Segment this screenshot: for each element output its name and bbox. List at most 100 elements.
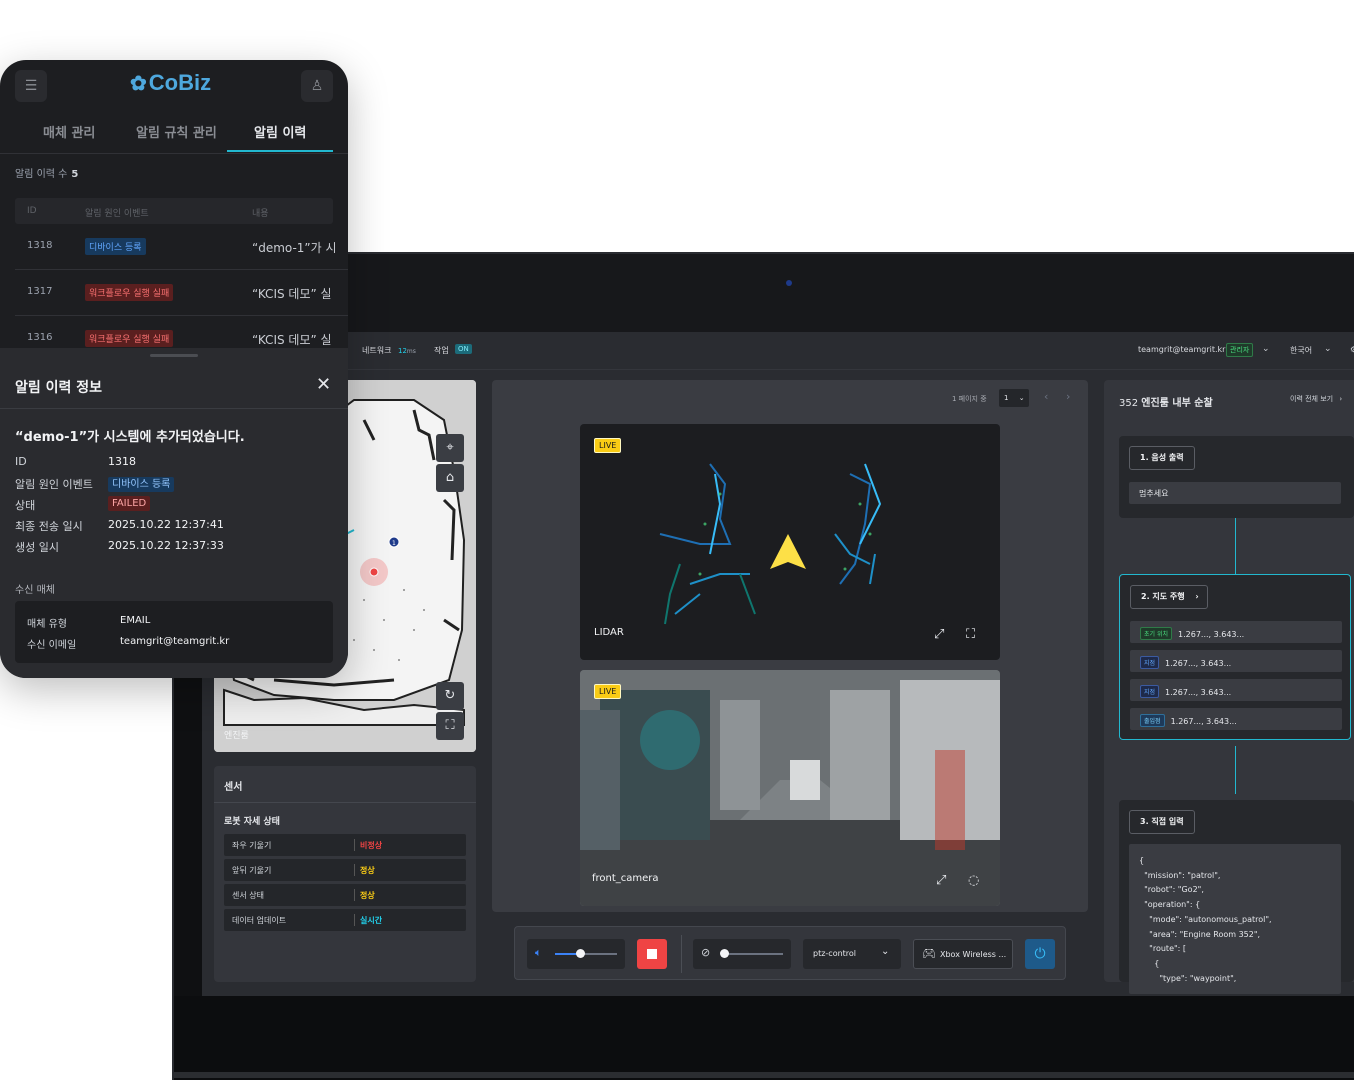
event-badge: 워크플로우 실행 실패 <box>85 284 174 301</box>
top-bar: 네트워크 12ms 작업 ON teamgrit@teamgrit.kr 관리자… <box>202 332 1354 370</box>
video-panel: 1 페이지 중 1 ⌄ ‹ › LIVE LIDAR ⤢ ⛶ LIVE fron… <box>492 380 1088 912</box>
step-label: 1. 음성 출력 <box>1129 446 1195 470</box>
laptop-frame: 네트워크 12ms 작업 ON teamgrit@teamgrit.kr 관리자… <box>172 252 1354 1080</box>
step-label: 3. 직접 입력 <box>1129 810 1195 834</box>
chevron-down-icon[interactable]: ⌄ <box>1262 344 1270 354</box>
history-count-value: 5 <box>71 169 79 180</box>
expand-icon[interactable]: ⤢ <box>934 627 944 642</box>
waypoint-row[interactable]: 출입점 1.267..., 3.643... <box>1130 708 1342 730</box>
divider <box>0 408 348 409</box>
mobile-app: ☰ ✿CoBiz ♙ 매체 관리 알림 규칙 관리 알림 이력 알림 이력 수5… <box>0 60 348 678</box>
mode-select[interactable]: ptz-control ⌄ <box>803 939 901 969</box>
power-icon[interactable]: ⏻ <box>1025 939 1055 969</box>
language-select[interactable]: 한국어 <box>1290 345 1312 356</box>
page-select[interactable]: 1 ⌄ <box>999 389 1029 407</box>
row-content: “KCIS 데모” 실 <box>252 333 332 347</box>
field-value: EMAIL <box>120 615 151 626</box>
hide-icon[interactable]: ◌ <box>968 873 979 888</box>
table-row[interactable]: 1317 워크플로우 실행 실패 “KCIS 데모” 실 <box>15 270 348 316</box>
map-label: 엔진룸 <box>224 731 249 741</box>
json-line: "area": "Engine Room 352", <box>1139 929 1261 939</box>
front-camera-stream[interactable]: LIVE front_camera ⤢ ◌ <box>580 670 1000 906</box>
step-connector <box>1235 518 1236 574</box>
route-tool-icon[interactable]: ⌖ <box>436 434 464 462</box>
mic-control[interactable]: ⊘ <box>693 939 791 969</box>
json-line: { <box>1139 958 1160 968</box>
sensor-row: 데이터 업데이트 실시간 <box>224 909 466 931</box>
fullscreen-icon[interactable]: ⛶ <box>436 712 464 740</box>
tab-alert-history[interactable]: 알림 이력 <box>254 122 306 141</box>
waypoint-row[interactable]: 초기 위치 1.267..., 3.643... <box>1130 621 1342 643</box>
mission-title: 352 엔진룸 내부 순찰 <box>1119 394 1213 409</box>
tab-alert-rules[interactable]: 알림 규칙 관리 <box>136 122 217 141</box>
detail-sheet: 알림 이력 정보 ✕ “demo-1”가 시스템에 추가되었습니다. ID 13… <box>0 348 348 678</box>
speaker-icon: 🔈︎ <box>535 946 542 959</box>
chevron-down-icon[interactable]: ⌄ <box>1324 344 1332 354</box>
waypoint-row[interactable]: 지점 1.267..., 3.643... <box>1130 650 1342 672</box>
refresh-icon[interactable]: ↻ <box>436 682 464 710</box>
receiver-box: 매체 유형 EMAIL 수신 이메일 teamgrit@teamgrit.kr <box>15 601 333 663</box>
column-header: 내용 <box>252 209 269 219</box>
field-value: 디바이스 등록 <box>108 475 175 492</box>
mic-track[interactable] <box>721 953 783 955</box>
stream-label: LIDAR <box>594 627 624 638</box>
sensor-key: 데이터 업데이트 <box>232 916 287 925</box>
volume-slider-knob[interactable] <box>575 949 585 958</box>
field-label: 생성 일시 <box>15 541 59 554</box>
mission-number: 352 <box>1119 398 1139 409</box>
user-email[interactable]: teamgrit@teamgrit.kr <box>1138 345 1225 354</box>
sensor-value: 실시간 <box>360 916 383 925</box>
mode-select-value: ptz-control <box>813 949 857 958</box>
row-content: “KCIS 데모” 실 <box>252 287 332 301</box>
json-line: "mode": "autonomous_patrol", <box>1139 914 1272 924</box>
mission-panel: 352 엔진룸 내부 순찰 이력 전체 보기 › 1. 음성 출력 멈추세요 2… <box>1104 380 1354 994</box>
mission-step[interactable]: 3. 직접 입력 { "mission": "patrol", "robot":… <box>1119 800 1354 994</box>
tab-media-management[interactable]: 매체 관리 <box>43 122 95 141</box>
stop-button[interactable] <box>637 939 667 969</box>
sensor-value: 비정상 <box>360 841 383 850</box>
mic-slider-knob[interactable] <box>720 949 730 958</box>
table-row[interactable]: 1318 디바이스 등록 “demo-1”가 시 <box>15 224 348 270</box>
column-header: ID <box>27 206 37 216</box>
active-tab-indicator <box>227 150 333 152</box>
json-editor[interactable]: { "mission": "patrol", "robot": "Go2", "… <box>1129 844 1341 994</box>
event-badge: 디바이스 등록 <box>85 238 146 255</box>
user-icon[interactable]: ♙ <box>301 70 333 102</box>
sheet-heading: “demo-1”가 시스템에 추가되었습니다. <box>15 430 245 445</box>
waypoint-coords: 1.267..., 3.643... <box>1170 717 1237 726</box>
field-value: 2025.10.22 12:37:41 <box>108 518 224 531</box>
mission-step[interactable]: 1. 음성 출력 멈추세요 <box>1119 436 1354 518</box>
history-link-label: 이력 전체 보기 <box>1290 395 1334 403</box>
gamepad-select[interactable]: 🎮︎ Xbox Wireless ... <box>913 939 1013 969</box>
role-badge: 관리자 <box>1226 343 1254 357</box>
json-line: { <box>1139 856 1145 865</box>
expand-icon[interactable]: ⤢ <box>936 873 946 888</box>
event-badge: 워크플로우 실행 실패 <box>85 330 174 347</box>
waypoint-row[interactable]: 지점 1.267..., 3.643... <box>1130 679 1342 701</box>
cobiz-logo-icon: ✿ <box>130 73 147 95</box>
mission-step[interactable]: 2. 지도 주행 › 초기 위치 1.267..., 3.643... 지점 1.2… <box>1119 574 1351 740</box>
json-line: "operation": { <box>1139 900 1201 910</box>
laptop-base <box>174 996 1354 1080</box>
hamburger-menu-icon[interactable]: ☰ <box>15 70 47 102</box>
field-label: 매체 유형 <box>27 619 67 630</box>
fullscreen-icon[interactable]: ⛶ <box>966 627 975 642</box>
mobile-header: ☰ ✿CoBiz ♙ <box>0 60 348 112</box>
row-id: 1317 <box>27 286 53 297</box>
robot-control-screen: 네트워크 12ms 작업 ON teamgrit@teamgrit.kr 관리자… <box>202 332 1354 996</box>
close-icon[interactable]: ✕ <box>316 374 331 395</box>
field-label: 최종 전송 일시 <box>15 520 83 533</box>
chevron-left-icon[interactable]: ‹ <box>1044 390 1048 403</box>
json-line: "mission": "patrol", <box>1139 870 1221 880</box>
control-bar: 🔈︎ ⊘ ptz-control ⌄ 🎮︎ Xbox Wireless ... … <box>514 926 1066 980</box>
location-pin-icon[interactable]: ⌂ <box>436 464 464 492</box>
volume-control[interactable]: 🔈︎ <box>527 939 625 969</box>
field-value: teamgrit@teamgrit.kr <box>120 636 230 647</box>
sheet-drag-handle[interactable] <box>150 354 198 357</box>
step-input[interactable]: 멈추세요 <box>1129 482 1341 504</box>
history-link[interactable]: 이력 전체 보기 › <box>1290 394 1342 404</box>
chevron-right-icon[interactable]: › <box>1066 390 1070 403</box>
settings-icon[interactable]: ⚙ <box>1350 345 1354 354</box>
row-content: “demo-1”가 시 <box>252 241 337 255</box>
lidar-stream[interactable]: LIVE LIDAR ⤢ ⛶ <box>580 424 1000 660</box>
